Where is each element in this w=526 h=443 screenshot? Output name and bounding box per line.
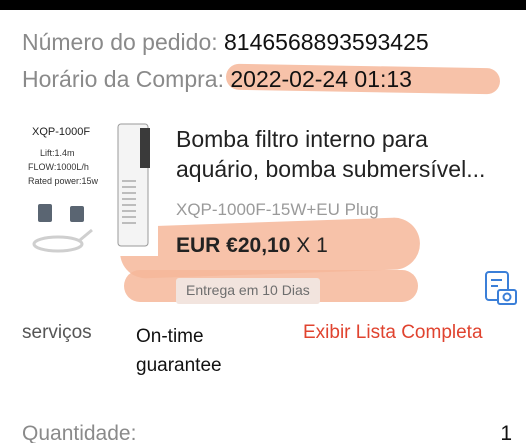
view-full-list-link[interactable]: Exibir Lista Completa: [303, 322, 483, 344]
product-image[interactable]: XQP-1000F Lift:1.4m FLOW:1000L/h Rated p…: [22, 120, 158, 256]
price-line: EUR €20,10 X 1: [176, 234, 328, 258]
product-quantity: X 1: [296, 234, 328, 257]
purchase-time-value: 2022-02-24 01:13: [230, 66, 412, 92]
receipt-camera-icon[interactable]: [484, 270, 518, 306]
purchase-time-label: Horário da Compra:: [22, 66, 224, 92]
order-number-row: Número do pedido: 8146568893593425: [22, 27, 429, 57]
order-number-label: Número do pedido:: [22, 29, 218, 55]
on-time-guarantee: On-time guarantee: [136, 326, 222, 376]
purchase-time-row: Horário da Compra: 2022-02-24 01:13: [22, 64, 412, 94]
product-price: EUR €20,10: [176, 234, 291, 257]
services-label: serviços: [22, 322, 92, 343]
delivery-badge: Entrega em 10 Dias: [176, 278, 320, 304]
order-number-value: 8146568893593425: [224, 29, 429, 55]
status-bar: [0, 0, 526, 10]
pump-illustration: [32, 123, 150, 253]
product-title[interactable]: Bomba filtro interno para aquário, bomba…: [176, 124, 506, 184]
quantity-value: 1: [500, 422, 512, 443]
quantity-label: Quantidade:: [22, 422, 137, 443]
product-variant: XQP-1000F-15W+EU Plug: [176, 200, 379, 219]
